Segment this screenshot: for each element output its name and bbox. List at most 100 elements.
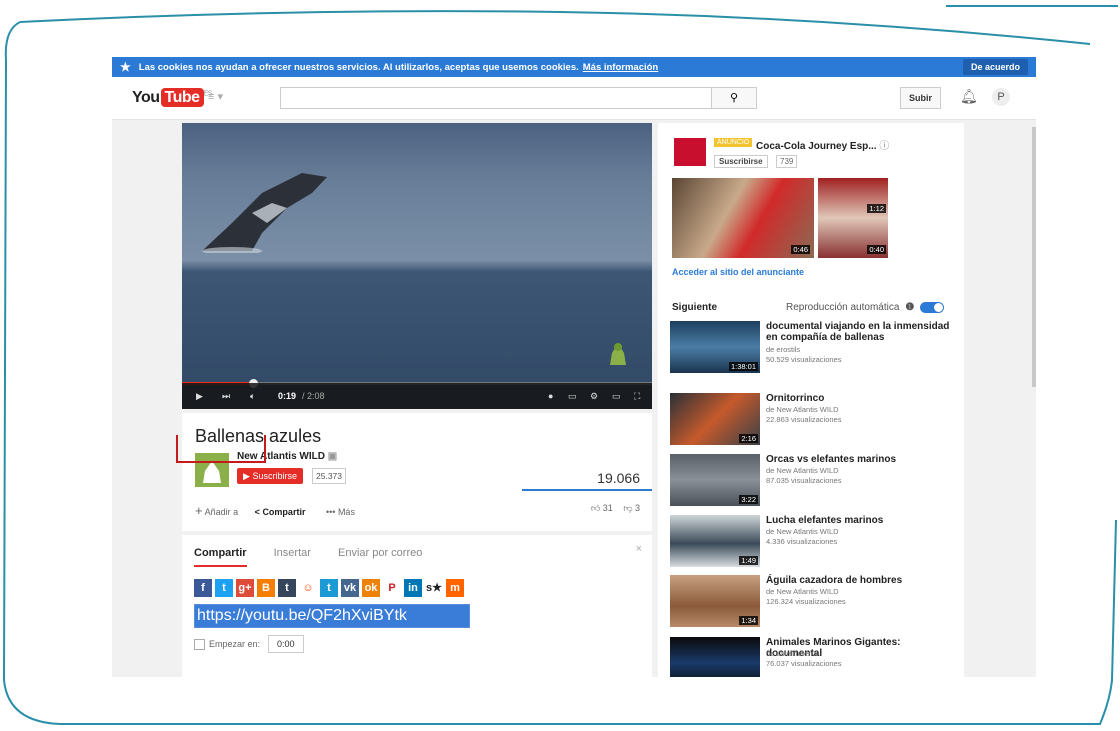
sentiment-bar — [522, 489, 652, 491]
volume-icon[interactable]: 🔈︎ — [250, 391, 255, 402]
autoplay-control: Reproducción automática ❶ — [786, 302, 945, 313]
meneame-icon[interactable]: m — [446, 579, 464, 597]
info-icon[interactable]: ❶ — [905, 302, 914, 313]
video-thumbnail[interactable] — [670, 637, 760, 677]
social-icons: f t g+ B t ☺ t vk ok P in s★ m — [194, 579, 464, 597]
tab-embed[interactable]: Insertar — [274, 547, 311, 559]
item-title[interactable]: Ornitorrinco — [766, 393, 950, 404]
item-channel: de erostils — [766, 345, 801, 354]
list-item[interactable]: 1:34 Águila cazadora de hombres de New A… — [670, 575, 950, 629]
start-at-label: Empezar en: — [209, 639, 261, 649]
start-time-input[interactable]: 0:00 — [268, 635, 304, 653]
add-to-label: Añadir a — [204, 507, 239, 517]
video-thumbnail[interactable]: 2:16 — [670, 393, 760, 445]
cookie-bar: ★ Las cookies nos ayudan a ofrecer nuest… — [112, 57, 1036, 77]
video-player[interactable]: ▶ ⏭ 🔈︎ 0:19 / 2:08 ● ▭ ⚙ ▭ ⛶ — [182, 123, 652, 409]
video-info-panel: Ballenas azules New Atlantis WILD ▣ ▶ Su… — [182, 413, 652, 531]
tab-email[interactable]: Enviar por correo — [338, 547, 422, 559]
annotations-icon[interactable]: ● — [548, 391, 553, 401]
pinterest-icon[interactable]: P — [383, 579, 401, 597]
ad-subscribe-button[interactable]: Suscribirse — [714, 155, 768, 168]
item-title[interactable]: Orcas vs elefantes marinos — [766, 454, 950, 465]
youtube-play-icon: ▶ — [243, 471, 250, 481]
share-panel: Compartir Insertar Enviar por correo × f… — [182, 535, 652, 677]
fullscreen-icon[interactable]: ⛶ — [634, 391, 640, 402]
tumblr-icon[interactable]: t — [278, 579, 296, 597]
plus-icon: + — [195, 503, 203, 518]
advertiser-logo[interactable] — [674, 138, 706, 166]
guide-menu-icon[interactable]: ≡ ▾ — [208, 90, 223, 103]
facebook-icon[interactable]: f — [194, 579, 212, 597]
channel-watermark-icon — [610, 343, 626, 365]
more-label: Más — [337, 507, 355, 517]
youtube-logo[interactable]: You Tube ES — [132, 88, 212, 107]
add-to-button[interactable]: + Añadir a — [195, 503, 239, 518]
close-icon[interactable]: × — [636, 543, 642, 555]
duration-badge: 3:22 — [739, 495, 758, 504]
theater-mode-icon[interactable]: ▭ — [612, 391, 621, 402]
item-title[interactable]: Lucha elefantes marinos — [766, 515, 950, 526]
more-dots-icon: ••• — [325, 507, 336, 517]
cookie-accept-button[interactable]: De acuerdo — [962, 59, 1028, 75]
next-icon[interactable]: ⏭ — [222, 391, 230, 402]
autoplay-toggle[interactable] — [920, 302, 945, 313]
like-button[interactable]: 👍︎ 31 — [591, 503, 613, 513]
play-icon[interactable]: ▶ — [196, 391, 203, 402]
info-icon[interactable]: ⓘ — [879, 141, 889, 152]
reddit-icon[interactable]: ☺ — [299, 579, 317, 597]
advertiser-site-link[interactable]: Acceder al sitio del anunciante — [672, 267, 804, 277]
video-thumbnail[interactable]: 3:22 — [670, 454, 760, 506]
share-label: Compartir — [262, 507, 306, 517]
cookie-more-link[interactable]: Más información — [583, 62, 659, 73]
blogger-icon[interactable]: B — [257, 579, 275, 597]
ad-video-thumbnail-2[interactable]: 1:12 0:40 — [818, 178, 888, 258]
start-at-control: Empezar en: 0:00 — [194, 635, 304, 653]
vk-icon[interactable]: vk — [341, 579, 359, 597]
search-input[interactable] — [280, 87, 712, 109]
video-thumbnail[interactable]: 1:38:01 — [670, 321, 760, 373]
list-item[interactable]: 2:16 Ornitorrinco de New Atlantis WILD 2… — [670, 393, 950, 447]
odnoklassniki-icon[interactable]: ok — [362, 579, 380, 597]
linkedin-icon[interactable]: in — [404, 579, 422, 597]
start-at-checkbox[interactable] — [194, 638, 205, 650]
autoplay-label: Reproducción automática — [786, 302, 900, 313]
sidebar: ANUNCIO Coca-Cola Journey Esp... ⓘ Suscr… — [658, 123, 964, 677]
more-button[interactable]: ••• Más — [326, 507, 355, 517]
bell-icon[interactable]: 🔔︎ — [960, 88, 978, 105]
subscribe-button[interactable]: ▶ Suscribirse — [237, 468, 303, 484]
subtitles-icon[interactable]: ▭ — [568, 391, 577, 402]
ad-title[interactable]: Coca-Cola Journey Esp... ⓘ — [756, 137, 889, 152]
stumbleupon-icon[interactable]: s★ — [425, 579, 443, 597]
ad-duration-2: 1:12 — [867, 204, 886, 213]
video-thumbnail[interactable]: 1:49 — [670, 515, 760, 567]
dislike-count: 3 — [634, 503, 640, 513]
item-title[interactable]: Águila cazadora de hombres — [766, 575, 950, 586]
video-thumbnail[interactable]: 1:34 — [670, 575, 760, 627]
list-item[interactable]: 1:49 Lucha elefantes marinos de New Atla… — [670, 515, 950, 569]
ad-video-thumbnail[interactable]: 0:46 — [672, 178, 814, 258]
scrollbar[interactable] — [1032, 127, 1036, 387]
item-views: 87.035 visualizaciones — [766, 476, 842, 485]
subscribe-label: Suscribirse — [252, 471, 297, 481]
action-bar: + Añadir a < Compartir ••• Más — [195, 503, 355, 518]
twitter-icon[interactable]: t — [215, 579, 233, 597]
whale-image — [202, 173, 327, 253]
list-item[interactable]: Animales Marinos Gigantes: documental de… — [670, 637, 950, 677]
share-button[interactable]: < Compartir — [255, 507, 306, 517]
list-item[interactable]: 1:38:01 documental viajando en la inmens… — [670, 321, 950, 375]
search-button[interactable]: ⚲ — [711, 87, 757, 109]
search-icon: ⚲ — [729, 92, 739, 104]
duration-badge: 1:38:01 — [728, 362, 758, 371]
settings-gear-icon[interactable]: ⚙ — [590, 391, 598, 402]
item-channel: de New Atlantis WILD — [766, 405, 839, 414]
dislike-button[interactable]: 👎︎ 3 — [623, 503, 640, 513]
tab-share[interactable]: Compartir — [194, 547, 247, 567]
item-title[interactable]: documental viajando en la inmensidad en … — [766, 321, 950, 343]
google-plus-icon[interactable]: g+ — [236, 579, 254, 597]
like-count: 31 — [602, 503, 613, 513]
avatar[interactable]: P — [992, 88, 1010, 106]
upload-button[interactable]: Subir — [900, 87, 942, 109]
list-item[interactable]: 3:22 Orcas vs elefantes marinos de New A… — [670, 454, 950, 508]
share-url-field[interactable]: https://youtu.be/QF2hXviBYtk — [194, 604, 470, 628]
tuenti-icon[interactable]: t — [320, 579, 338, 597]
